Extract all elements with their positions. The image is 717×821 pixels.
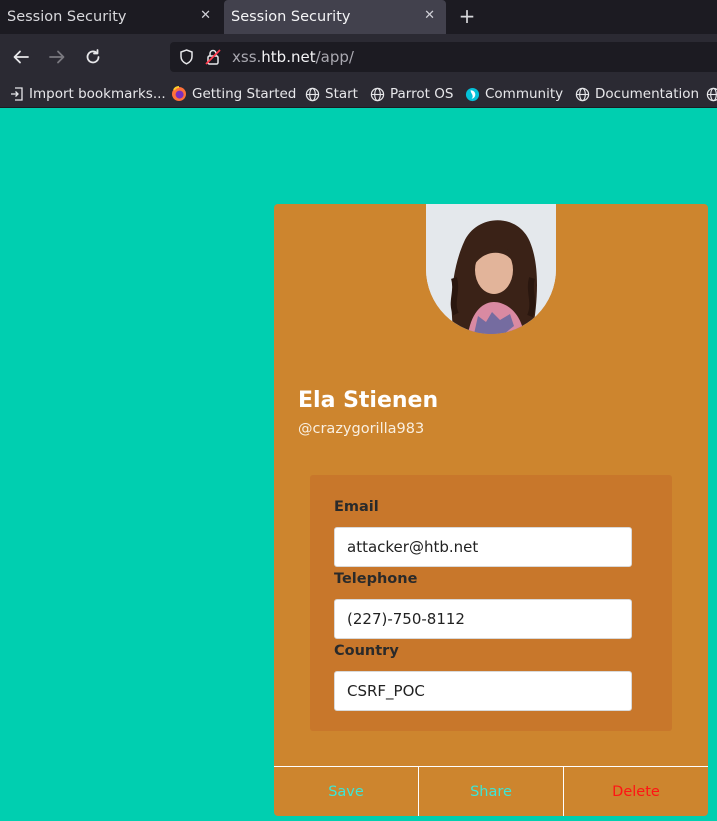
tab-strip: Session Security ✕ Session Security ✕ + bbox=[0, 0, 717, 34]
parrot-icon bbox=[465, 87, 480, 101]
bookmarks-toolbar: Import bookmarks... Getting Started Star… bbox=[0, 80, 717, 108]
globe-icon bbox=[370, 87, 385, 101]
email-label: Email bbox=[334, 499, 379, 515]
profile-card: Ela Stienen @crazygorilla983 Email attac… bbox=[274, 204, 708, 816]
bookmark-import[interactable]: Import bookmarks... bbox=[10, 85, 166, 103]
email-field[interactable]: attacker@htb.net bbox=[334, 527, 632, 567]
tab-session-security-1[interactable]: Session Security ✕ bbox=[0, 0, 222, 34]
url-prefix: xss. bbox=[232, 48, 262, 66]
globe-icon bbox=[305, 87, 320, 101]
bookmark-label: Start bbox=[325, 86, 358, 102]
bookmark-label: Documentation bbox=[595, 86, 700, 102]
url-bar[interactable]: xss.htb.net/app/ bbox=[170, 42, 717, 72]
back-arrow-icon[interactable] bbox=[11, 47, 31, 67]
bookmark-getting-started[interactable]: Getting Started bbox=[171, 85, 296, 103]
insecure-lock-icon[interactable] bbox=[205, 48, 221, 70]
telephone-label: Telephone bbox=[334, 571, 418, 587]
profile-details-panel: Email attacker@htb.net Telephone (227)-7… bbox=[310, 475, 672, 731]
bookmark-label: Parrot OS bbox=[390, 86, 454, 102]
url-text: xss.htb.net/app/ bbox=[232, 48, 354, 66]
navigation-bar: xss.htb.net/app/ bbox=[0, 34, 717, 80]
bookmark-label: Community bbox=[485, 86, 564, 102]
bookmark-overflow-globe-icon[interactable] bbox=[706, 85, 717, 103]
bookmark-label: Import bookmarks... bbox=[29, 86, 166, 102]
new-tab-plus-icon[interactable]: + bbox=[456, 5, 478, 27]
import-icon bbox=[11, 87, 23, 101]
reload-icon[interactable] bbox=[83, 47, 103, 67]
url-path: /app/ bbox=[315, 48, 354, 66]
avatar bbox=[426, 204, 556, 334]
telephone-field[interactable]: (227)-750-8112 bbox=[334, 599, 632, 639]
share-button[interactable]: Share bbox=[418, 767, 563, 816]
profile-handle: @crazygorilla983 bbox=[298, 421, 425, 437]
globe-icon bbox=[575, 87, 590, 101]
bookmark-parrot-os[interactable]: Parrot OS bbox=[370, 85, 453, 103]
profile-name: Ela Stienen bbox=[298, 388, 439, 413]
country-field[interactable]: CSRF_POC bbox=[334, 671, 632, 711]
tab-close-icon[interactable]: ✕ bbox=[200, 8, 211, 23]
profile-actions: Save Share Delete bbox=[274, 766, 708, 816]
delete-button[interactable]: Delete bbox=[563, 767, 708, 816]
save-button[interactable]: Save bbox=[274, 767, 418, 816]
country-label: Country bbox=[334, 643, 399, 659]
tab-session-security-2[interactable]: Session Security ✕ bbox=[224, 0, 446, 34]
forward-arrow-icon[interactable] bbox=[47, 47, 67, 67]
bookmark-label: Getting Started bbox=[192, 86, 297, 102]
shield-icon[interactable] bbox=[179, 49, 194, 69]
tab-title: Session Security bbox=[7, 9, 127, 25]
firefox-icon bbox=[172, 86, 186, 101]
url-host: htb.net bbox=[261, 48, 316, 66]
bookmark-start[interactable]: Start bbox=[305, 85, 358, 103]
bookmark-community[interactable]: Community bbox=[465, 85, 563, 103]
bookmark-documentation[interactable]: Documentation bbox=[575, 85, 699, 103]
tab-title: Session Security bbox=[231, 9, 351, 25]
profile-photo bbox=[426, 204, 556, 334]
tab-close-icon[interactable]: ✕ bbox=[424, 8, 435, 23]
